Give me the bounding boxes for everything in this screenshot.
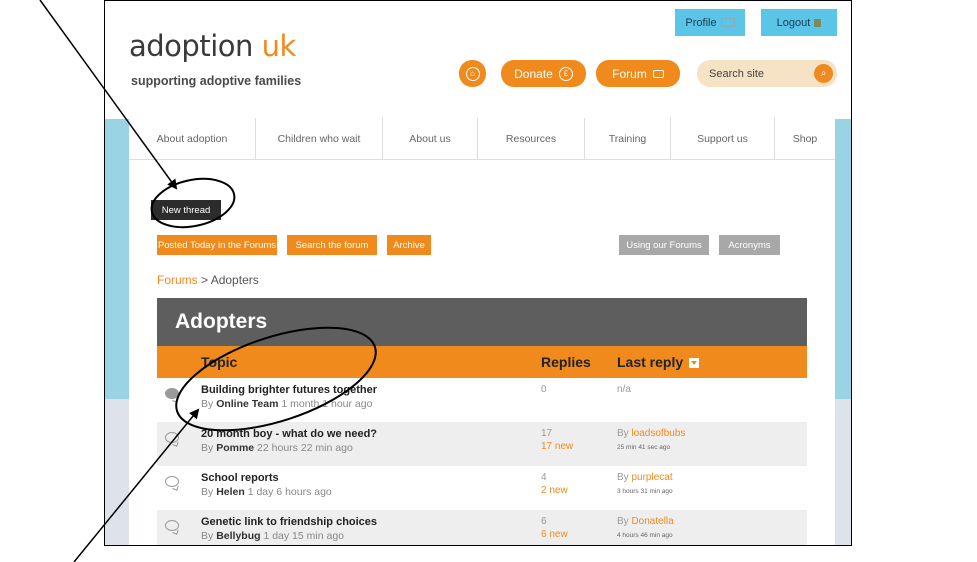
- annotation-arrow-bottom: [73, 408, 200, 562]
- annotation-ellipse-online-team: [175, 326, 377, 432]
- screenshot-stage: adoption uk supporting adoptive families…: [0, 0, 977, 562]
- annotation-overlay: [39, 0, 377, 562]
- annotation-arrow-top: [39, 0, 178, 190]
- annotation-ellipse-new-thread: [150, 177, 236, 229]
